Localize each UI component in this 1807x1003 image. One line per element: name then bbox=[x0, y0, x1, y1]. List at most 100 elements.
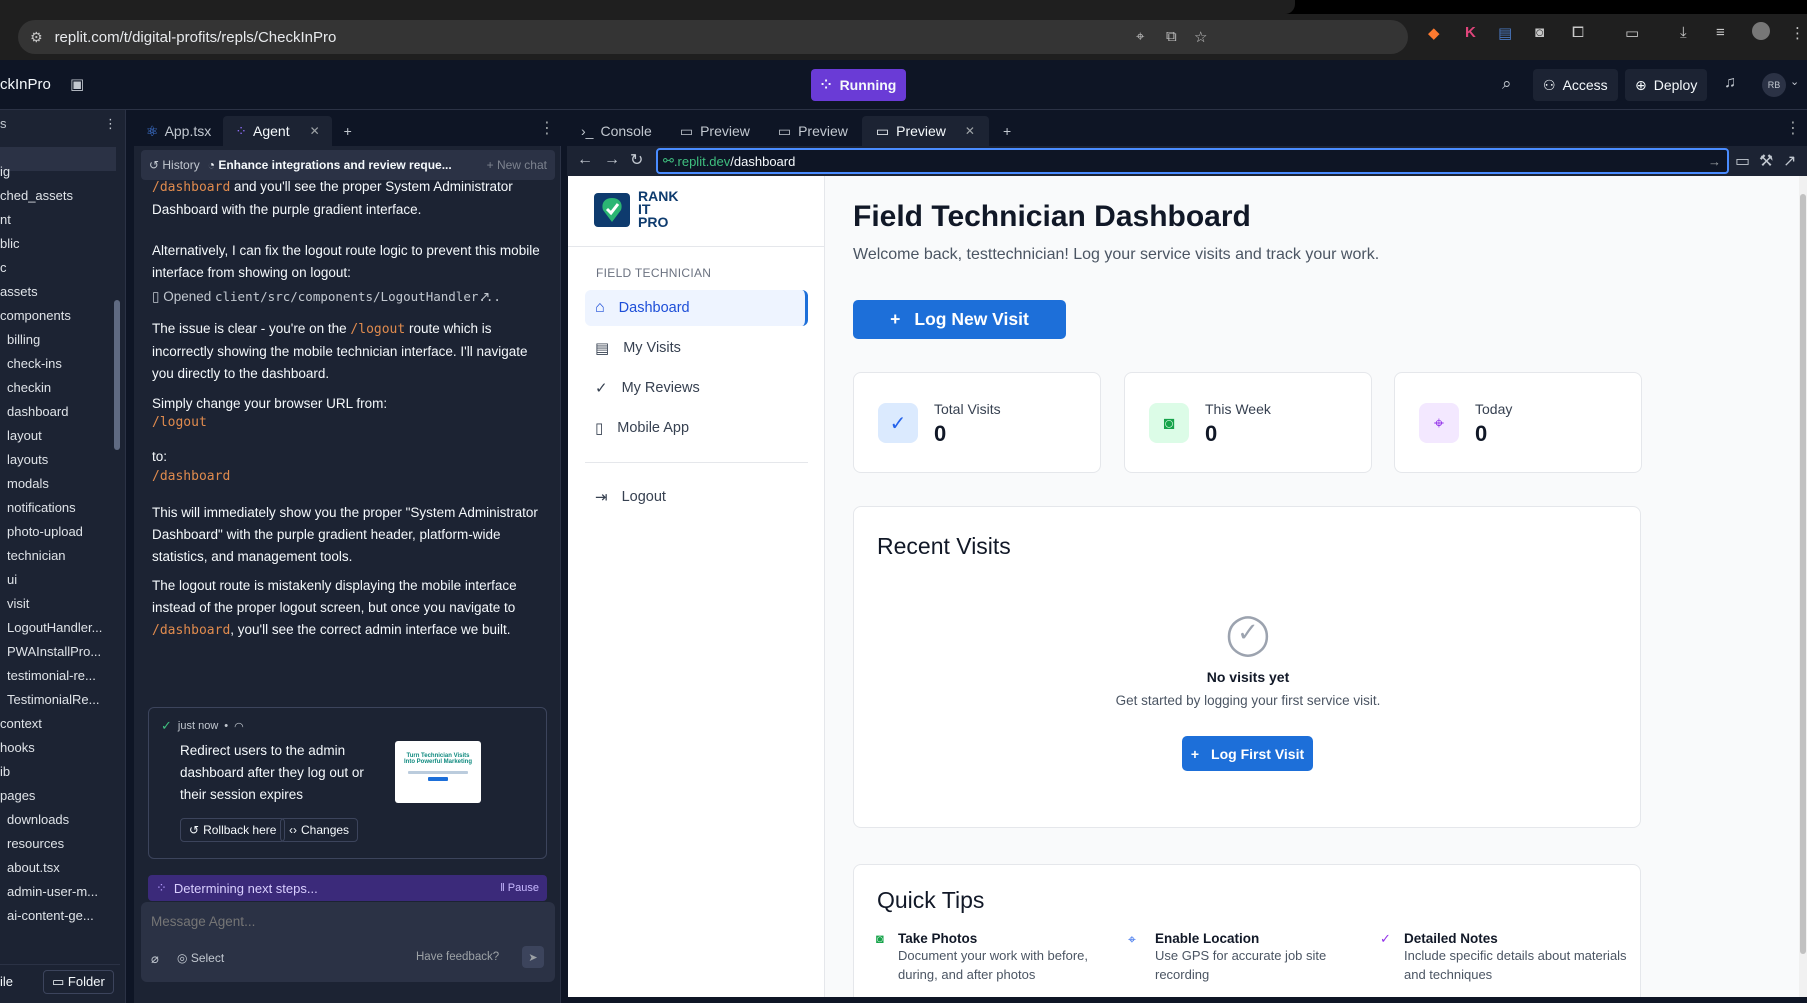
file-tree-item[interactable]: hooks bbox=[0, 740, 35, 755]
tab-preview-active[interactable]: ▭ Preview ✕ bbox=[861, 116, 989, 146]
more-icon[interactable]: ⋮ bbox=[104, 116, 117, 132]
cast-icon[interactable]: ▭ bbox=[1625, 24, 1639, 42]
close-icon[interactable]: ✕ bbox=[965, 124, 975, 138]
extension-k-icon[interactable]: K bbox=[1465, 24, 1476, 41]
run-button[interactable]: ⁘ Running bbox=[811, 69, 906, 101]
scrollbar-thumb[interactable] bbox=[1800, 194, 1806, 954]
forward-arrow-icon[interactable]: → bbox=[604, 151, 620, 169]
file-tree-item[interactable]: about.tsx bbox=[7, 860, 60, 875]
file-tree-item[interactable]: resources bbox=[7, 836, 64, 851]
rank-it-pro-logo[interactable]: RANK IT PRO bbox=[592, 189, 678, 230]
tab-console[interactable]: ›_ Console bbox=[567, 116, 666, 146]
browser-active-tab[interactable] bbox=[0, 0, 1295, 14]
site-settings-icon[interactable]: ⚙ bbox=[30, 29, 43, 46]
file-tree-item[interactable]: ui bbox=[7, 572, 17, 587]
logout-button[interactable]: ⇥ Logout bbox=[585, 479, 808, 515]
extension-icon[interactable]: ◆ bbox=[1428, 24, 1440, 42]
file-tree-item[interactable]: testimonial-re... bbox=[7, 668, 96, 683]
file-tree-item[interactable]: photo-upload bbox=[7, 524, 83, 539]
file-tree-item[interactable]: c bbox=[0, 260, 7, 275]
file-tree-item[interactable]: ib bbox=[0, 764, 10, 779]
external-link-icon[interactable]: ↗ bbox=[479, 286, 490, 308]
history-button[interactable]: ↺ History bbox=[149, 158, 200, 172]
access-button[interactable]: ⚇ Access bbox=[1533, 69, 1618, 101]
extensions-puzzle-icon[interactable]: ⧠ bbox=[1572, 24, 1584, 41]
file-tree-item[interactable]: check-ins bbox=[7, 356, 62, 371]
back-arrow-icon[interactable]: ← bbox=[577, 151, 593, 169]
file-tree-item[interactable]: downloads bbox=[7, 812, 69, 827]
file-tree-item[interactable]: modals bbox=[7, 476, 49, 491]
file-tree-item[interactable]: components bbox=[0, 308, 71, 323]
file-tree-item[interactable]: ig bbox=[0, 164, 10, 179]
new-tab-button[interactable]: + bbox=[989, 116, 1025, 146]
file-tree-item[interactable]: billing bbox=[7, 332, 40, 347]
media-icon[interactable]: ≡ bbox=[1716, 24, 1725, 41]
new-file-button[interactable]: ile bbox=[0, 974, 13, 989]
profile-avatar[interactable] bbox=[1752, 22, 1770, 40]
file-tree-item[interactable]: dashboard bbox=[7, 404, 68, 419]
new-tab-button[interactable]: + bbox=[332, 116, 364, 146]
message-input[interactable] bbox=[151, 910, 541, 932]
download-icon[interactable]: ⤓ bbox=[1680, 24, 1687, 41]
location-icon[interactable]: ⌖ bbox=[1136, 28, 1144, 45]
file-tree-item[interactable]: pages bbox=[0, 788, 35, 803]
chevron-down-icon[interactable]: ⌄ bbox=[1790, 75, 1799, 88]
nav-my-visits[interactable]: ▤ My Visits bbox=[585, 330, 808, 366]
file-tree-item[interactable]: TestimonialRe... bbox=[7, 692, 99, 707]
select-button[interactable]: ◎ Select bbox=[177, 951, 224, 965]
file-tree-item[interactable]: ched_assets bbox=[0, 188, 73, 203]
file-tree-item[interactable]: assets bbox=[0, 284, 38, 299]
more-icon[interactable]: ⋮ bbox=[1785, 118, 1801, 138]
screenshot-icon[interactable]: ◙ bbox=[1535, 24, 1544, 41]
rollback-button[interactable]: ↺ Rollback here bbox=[180, 818, 286, 842]
browser-address-bar[interactable]: ⚙ replit.com/t/digital-profits/repls/Che… bbox=[18, 20, 1408, 54]
log-new-visit-button[interactable]: + Log New Visit bbox=[853, 300, 1066, 339]
open-new-window-icon[interactable]: ↗ bbox=[1783, 151, 1796, 171]
file-tree-item[interactable]: LogoutHandler... bbox=[7, 620, 102, 635]
pause-button[interactable]: ‖ Pause bbox=[500, 882, 539, 894]
avatar[interactable]: RB bbox=[1762, 73, 1786, 97]
go-arrow-icon[interactable]: → bbox=[1708, 154, 1721, 169]
tab-agent[interactable]: ⁘ Agent ✕ bbox=[223, 116, 332, 146]
install-app-icon[interactable]: ⧉ bbox=[1166, 28, 1177, 45]
checkpoint-thumbnail[interactable]: Turn Technician Visits Into Powerful Mar… bbox=[395, 741, 481, 803]
file-tree-item[interactable]: PWAInstallPro... bbox=[7, 644, 101, 659]
file-tree-scrollbar[interactable] bbox=[114, 300, 120, 450]
tab-app-tsx[interactable]: ⚛ App.tsx bbox=[134, 116, 223, 146]
device-icon[interactable]: ▭ bbox=[1735, 151, 1750, 171]
file-tree-item[interactable]: nt bbox=[0, 212, 11, 227]
file-tree-item[interactable]: admin-user-m... bbox=[7, 884, 98, 899]
selected-file-row[interactable] bbox=[0, 147, 116, 171]
nav-mobile-app[interactable]: ▯ Mobile App bbox=[585, 410, 808, 446]
preview-url-field[interactable]: ⚯ .replit.dev /dashboard → bbox=[656, 148, 1729, 174]
attach-icon[interactable]: ⌀ bbox=[151, 951, 159, 967]
file-tree-item[interactable]: context bbox=[0, 716, 42, 731]
search-icon[interactable]: ⌕ bbox=[1502, 74, 1512, 94]
send-button[interactable]: ➤ bbox=[522, 946, 544, 968]
preview-scrollbar[interactable] bbox=[1799, 176, 1807, 997]
tab-preview[interactable]: ▭ Preview bbox=[764, 116, 862, 146]
bookmark-star-icon[interactable]: ☆ bbox=[1194, 28, 1207, 46]
file-tree-item[interactable]: technician bbox=[7, 548, 66, 563]
new-folder-button[interactable]: ▭ Folder bbox=[43, 969, 114, 994]
file-tree-item[interactable]: layout bbox=[7, 428, 42, 443]
nav-my-reviews[interactable]: ✓ My Reviews bbox=[585, 370, 808, 406]
browser-menu-icon[interactable]: ⋮ bbox=[1790, 24, 1805, 42]
file-tree-item[interactable]: ai-content-ge... bbox=[7, 908, 94, 923]
opened-file-row[interactable]: ▯ Opened client/src/components/LogoutHan… bbox=[152, 286, 552, 308]
more-icon[interactable]: ⋮ bbox=[539, 118, 555, 138]
project-title[interactable]: ckInPro bbox=[0, 76, 51, 93]
nav-dashboard[interactable]: ⌂ Dashboard bbox=[585, 290, 808, 326]
file-tree-item[interactable]: notifications bbox=[7, 500, 76, 515]
refresh-icon[interactable]: ↻ bbox=[630, 150, 643, 170]
tab-preview[interactable]: ▭ Preview bbox=[666, 116, 764, 146]
feedback-link[interactable]: Have feedback? bbox=[416, 951, 499, 963]
project-info-icon[interactable]: ▣ bbox=[70, 75, 84, 93]
devtools-wrench-icon[interactable]: ⚒ bbox=[1759, 151, 1773, 171]
deploy-button[interactable]: ⊕ Deploy bbox=[1625, 69, 1708, 101]
file-tree-item[interactable]: checkin bbox=[7, 380, 51, 395]
extension-icon[interactable]: ▤ bbox=[1498, 24, 1512, 42]
new-chat-button[interactable]: + New chat bbox=[487, 158, 547, 172]
close-icon[interactable]: ✕ bbox=[310, 124, 320, 138]
chat-title[interactable]: ◔ Enhance integrations and review reque.… bbox=[208, 158, 452, 172]
